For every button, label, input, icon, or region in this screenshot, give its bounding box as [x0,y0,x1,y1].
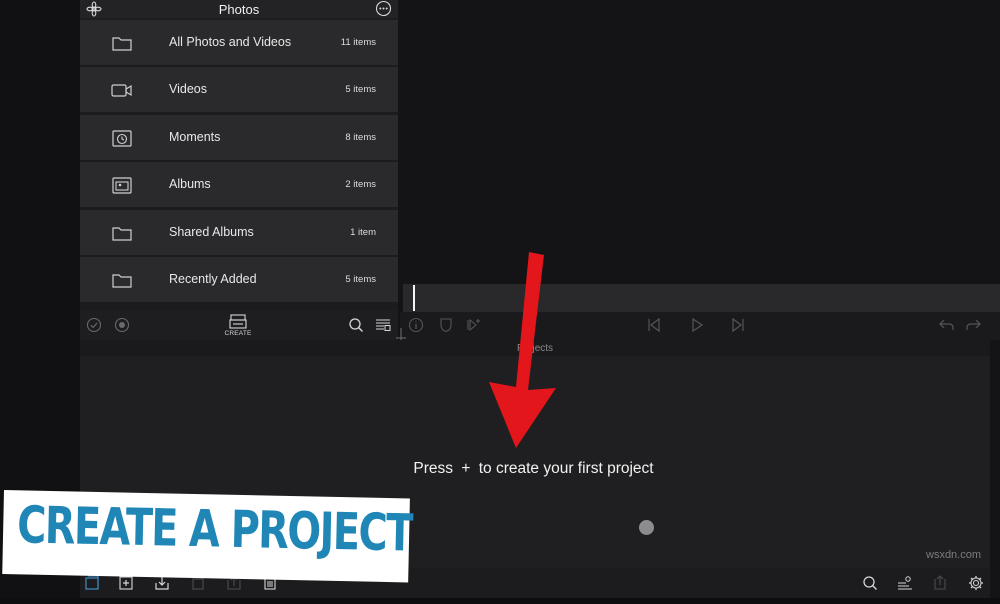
new-project-plus-icon[interactable] [118,575,134,591]
album-count: 1 item [350,226,376,238]
bottom-edge [0,598,1000,604]
album-count: 5 items [345,84,376,96]
watermark: wsxdn.com [926,549,982,561]
skip-forward-icon[interactable] [730,317,746,333]
plus-icon: + [461,460,471,477]
album-row-videos[interactable]: Videos 5 items [80,67,398,113]
photos-panel: Photos All Photos and Videos 11 items Vi… [80,0,398,340]
shield-icon[interactable] [438,317,454,333]
album-label: Videos [169,82,207,97]
album-row-moments[interactable]: Moments 8 items [80,114,398,160]
album-label: Shared Albums [169,224,254,239]
album-label: Recently Added [169,271,257,286]
search-icon[interactable] [348,317,364,333]
folder-icon [112,274,132,288]
album-row-all-photos[interactable]: All Photos and Videos 11 items [80,20,398,65]
album-count: 8 items [345,131,376,143]
video-camera-icon [111,84,132,97]
record-icon[interactable] [114,317,130,333]
banner-text: CREATE A PROJECT [16,496,413,564]
folder-icon [112,226,132,241]
create-project-banner: CREATE A PROJECT [2,490,413,583]
sort-icon[interactable] [897,575,913,591]
photos-panel-header: Photos [80,0,398,18]
list-view-icon[interactable] [375,317,391,333]
search-projects-icon[interactable] [862,575,878,591]
photos-panel-title: Photos [218,1,260,17]
album-label: Moments [169,129,221,144]
empty-message-after: to create your first project [478,460,654,477]
create-label: CREATE [224,330,252,337]
gear-icon[interactable] [968,575,984,591]
red-arrow-annotation [489,252,556,448]
moments-clock-icon [112,130,132,147]
create-button[interactable]: CREATE [224,314,252,338]
album-row-shared-albums[interactable]: Shared Albums 1 item [80,209,398,255]
album-row-recently-added[interactable]: Recently Added 5 items [80,256,398,302]
album-count: 11 items [340,37,376,48]
empty-message-before: Press [413,460,454,477]
folder-icon [112,37,132,51]
cursor-touch-indicator [639,520,654,535]
album-label: All Photos and Videos [169,35,292,49]
album-row-albums[interactable]: Albums 2 items [80,162,398,208]
photos-toolbar: CREATE [80,310,398,340]
create-project-icon [229,314,247,329]
preview-viewer [400,0,1000,284]
projects-library-icon[interactable] [84,575,100,591]
info-icon[interactable] [408,317,424,333]
more-options-icon[interactable] [375,0,392,17]
flower-settings-icon[interactable] [86,1,102,17]
album-label: Albums [169,177,211,192]
export-icon[interactable] [932,575,948,591]
albums-icon [112,177,132,194]
play-icon[interactable] [689,317,705,333]
album-count: 2 items [345,179,376,191]
undo-icon[interactable] [938,317,954,333]
playhead[interactable] [413,285,415,311]
empty-projects-message: Press + to create your first project [80,460,987,478]
album-list: All Photos and Videos 11 items Videos 5 … [80,20,398,304]
checkmark-circle-icon[interactable] [86,317,102,333]
album-count: 5 items [345,273,376,285]
redo-icon[interactable] [966,317,982,333]
skip-back-icon[interactable] [646,317,662,333]
